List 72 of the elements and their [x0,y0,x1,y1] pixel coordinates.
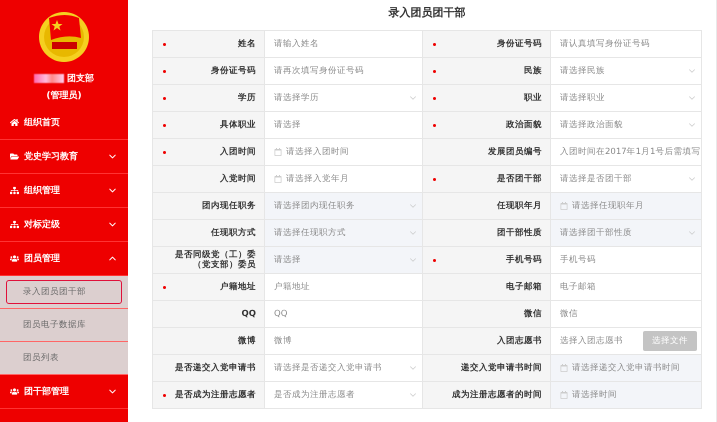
submenu-item[interactable]: 团员列表 [6,346,122,370]
field-label: 政治面貌 [505,120,542,130]
file-field[interactable]: 选择入团志愿书 选择文件 [551,328,702,355]
submenu-item[interactable]: 团员电子数据库 [6,313,122,337]
field-label: 发展团员编号 [487,147,542,157]
field-label: 身份证号码 [496,39,542,49]
field-label: 手机号码 [505,255,542,265]
form-title: 录入团员团干部 [388,6,466,21]
field-label: QQ [240,309,256,319]
menu-icon [10,152,19,161]
date-field[interactable]: 请选择入党年月 [265,166,423,193]
field-label: 是否同级党（工）委（党支部）委员 [175,250,256,270]
field-label: 是否团干部 [496,174,542,184]
field-label: 团内现任职务 [201,201,256,211]
input-field[interactable]: 请再次填写身份证号码 [265,58,423,85]
field-label: 学历 [237,93,256,103]
input-field[interactable]: 电子邮箱 [551,274,702,301]
field-label: 成为注册志愿者的时间 [451,390,542,400]
menu-icon [10,254,19,263]
field-label: 团干部性质 [496,228,542,238]
menu-icon [10,220,19,229]
select-field[interactable]: 是否成为注册志愿者 [265,382,423,409]
input-field[interactable]: 入团时间在2017年1月1号后需填写 [551,139,702,166]
input-field[interactable]: QQ [265,301,423,328]
user-role: (管理员) [46,90,82,102]
field-label: 是否递交入党申请书 [175,363,256,373]
select-field[interactable]: 请选择是否团干部 [551,166,702,193]
menu-icon [10,186,19,195]
sidebar-item[interactable]: 组织管理 [0,174,128,208]
field-label: 入团志愿书 [496,336,542,346]
field-label: 微信 [523,309,542,319]
field-label: 户籍地址 [219,282,256,292]
select-field[interactable]: 请选择民族 [551,58,702,85]
menu-icon [10,118,19,127]
select-field[interactable]: 请选择政治面貌 [551,112,702,139]
field-label: 姓名 [236,39,256,49]
sidebar-item[interactable]: 团干部管理 [0,375,128,409]
calendar-icon [560,364,568,372]
select-field[interactable]: 请选择学历 [265,85,423,112]
input-field[interactable]: 微博 [265,328,423,355]
redacted-block [34,74,64,83]
field-label: 微博 [237,336,256,346]
field-label: 电子邮箱 [505,282,542,292]
sidebar-item[interactable]: 对标定级 [0,208,128,242]
field-label: 入团时间 [219,147,256,157]
sidebar-item[interactable]: 组织首页 [0,106,128,140]
select-field[interactable]: 请选择是否递交入党申请书 [265,355,423,382]
field-label: 具体职业 [219,120,256,130]
input-field[interactable]: 请认真填写身份证号码 [551,31,702,58]
field-label: 身份证号码 [210,66,256,76]
input-field[interactable]: 请选择 [265,112,423,139]
calendar-icon [274,148,282,156]
calendar-icon [560,391,568,399]
calendar-icon [274,175,282,183]
sidebar-item[interactable]: 党史学习教育 [0,140,128,174]
input-field[interactable]: 请输入姓名 [265,31,423,58]
field-label: 任现职方式 [210,228,256,238]
calendar-icon [560,202,568,210]
field-label: 入党时间 [219,174,256,184]
date-field[interactable]: 请选择入团时间 [265,139,423,166]
org-name: 团支部 [67,72,94,85]
input-field[interactable]: 手机号码 [551,247,702,274]
field-label: 递交入党申请书时间 [460,363,542,373]
input-field[interactable]: 微信 [551,301,702,328]
select-field[interactable]: 请选择职业 [551,85,702,112]
field-label: 民族 [523,66,542,76]
submenu-item[interactable]: 录入团员团干部 [6,280,122,304]
menu-icon [10,387,19,396]
input-field[interactable]: 户籍地址 [265,274,423,301]
field-label: 职业 [522,93,542,103]
field-label: 是否成为注册志愿者 [175,390,256,400]
field-label: 任现职年月 [496,201,542,211]
